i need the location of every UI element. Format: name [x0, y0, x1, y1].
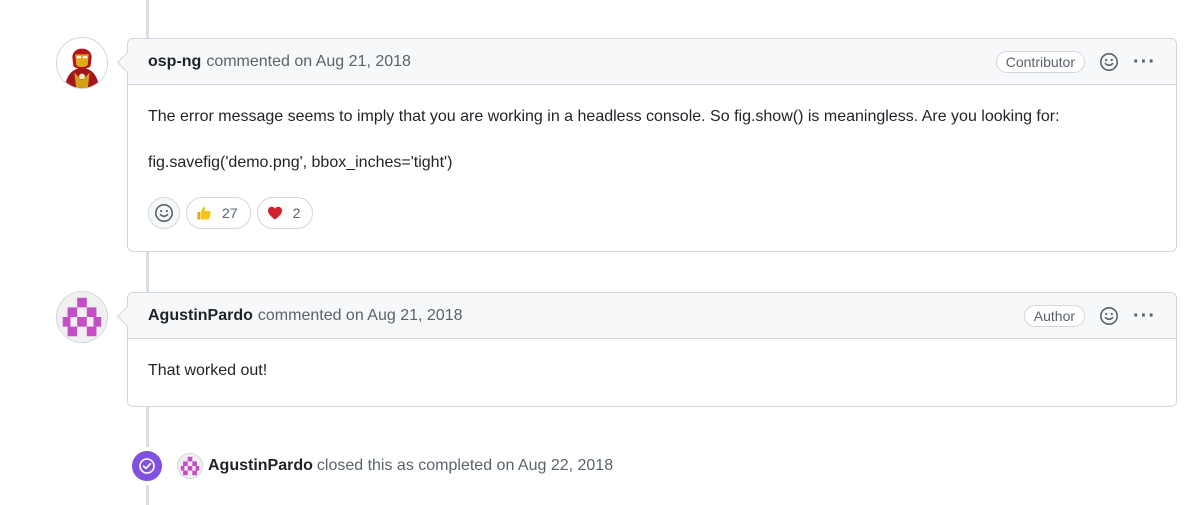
role-badge: Contributor — [995, 50, 1086, 73]
event-actor-avatar[interactable] — [177, 453, 203, 479]
reaction-count: 2 — [292, 205, 301, 221]
smiley-icon — [1100, 306, 1119, 325]
identicon-image — [57, 292, 107, 342]
comment-header: AgustinPardo commented on Aug 21, 2018 A… — [128, 293, 1176, 339]
reactions-bar: 27 2 — [128, 197, 1176, 249]
event-description: closed this as completed on Aug 22, 2018 — [316, 457, 614, 474]
comment-paragraph: That worked out! — [148, 362, 268, 379]
avatar-osp-ng[interactable] — [56, 37, 108, 89]
timeline-line — [146, 252, 149, 292]
comment-options-button[interactable]: ··· — [1133, 306, 1156, 326]
kebab-horizontal-icon: ··· — [1133, 50, 1156, 73]
add-reaction-button[interactable] — [1099, 306, 1119, 326]
closed-badge — [130, 449, 164, 483]
timeline-event-closed: AgustinPardo closed this as completed on… — [130, 447, 613, 485]
avatar-agustinpardo[interactable] — [56, 291, 108, 343]
comment-paragraph: fig.savefig('demo.png', bbox_inches='tig… — [148, 154, 453, 171]
event-actor[interactable]: AgustinPardo — [208, 457, 313, 475]
timeline-line — [146, 485, 149, 505]
comment-card: AgustinPardo commented on Aug 21, 2018 A… — [127, 292, 1177, 407]
reaction-thumbs-up[interactable]: 27 — [186, 197, 251, 229]
timeline-line — [146, 407, 149, 447]
comment-timestamp[interactable]: commented on Aug 21, 2018 — [206, 53, 411, 71]
comment-author[interactable]: osp-ng — [148, 53, 201, 71]
comment-author[interactable]: AgustinPardo — [148, 307, 253, 325]
comment-card: osp-ng commented on Aug 21, 2018 Contrib… — [127, 38, 1177, 252]
comment-paragraph: The error message seems to imply that yo… — [148, 108, 1060, 125]
smiley-icon — [1100, 52, 1119, 71]
kebab-horizontal-icon: ··· — [1133, 304, 1156, 327]
comment-body: That worked out! — [128, 339, 1176, 383]
heart-icon — [267, 206, 282, 220]
timeline-line — [146, 0, 149, 38]
smiley-icon — [155, 204, 173, 222]
reaction-heart[interactable]: 2 — [256, 197, 314, 229]
thumbs-up-icon — [197, 206, 211, 220]
comment-header: osp-ng commented on Aug 21, 2018 Contrib… — [128, 39, 1176, 85]
identicon-image — [178, 454, 202, 478]
comment-timestamp[interactable]: commented on Aug 21, 2018 — [258, 307, 463, 325]
check-circle-icon — [139, 458, 155, 474]
comment-options-button[interactable]: ··· — [1133, 52, 1156, 72]
avatar-image — [57, 38, 107, 88]
role-badge: Author — [1023, 304, 1086, 327]
reaction-count: 27 — [222, 205, 238, 221]
add-reaction-button[interactable] — [1099, 52, 1119, 72]
add-reaction-pill[interactable] — [148, 197, 180, 229]
comment-body: The error message seems to imply that yo… — [128, 85, 1176, 175]
